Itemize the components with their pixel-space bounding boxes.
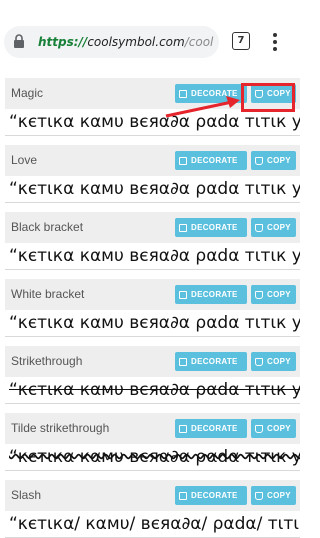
copy-label: COPY [267, 156, 291, 165]
style-title: White bracket [11, 287, 85, 301]
style-card-strikethrough: Strikethrough DECORATE COPY “κєтιкα кαмυ… [5, 346, 300, 404]
copy-icon [255, 156, 263, 165]
copy-button[interactable]: COPY [251, 151, 296, 170]
copy-label: COPY [267, 290, 291, 299]
copy-label: COPY [267, 491, 291, 500]
edit-icon [179, 424, 187, 433]
decorate-label: DECORATE [191, 156, 238, 165]
tab-switcher-button[interactable]: 7 [232, 32, 250, 50]
copy-label: COPY [267, 357, 291, 366]
style-card-love: Love DECORATE COPY “κєтιкα кαмυ вєяα∂α ρ… [5, 145, 300, 203]
edit-icon [179, 290, 187, 299]
url-path: /cool [184, 35, 214, 49]
style-card-slash: Slash DECORATE COPY “κєтιкα/ кαмυ/ вєяα∂… [5, 480, 300, 538]
style-card-black-bracket: Black bracket DECORATE COPY “κєтιкα кαмυ… [5, 212, 300, 270]
edit-icon [179, 223, 187, 232]
decorate-label: DECORATE [191, 290, 238, 299]
style-title: Magic [11, 86, 44, 100]
browser-toolbar: https://coolsymbol.com/cool 7 [0, 0, 300, 78]
overflow-menu-icon[interactable] [272, 32, 278, 52]
decorate-button[interactable]: DECORATE [175, 285, 247, 304]
decorate-button[interactable]: DECORATE [175, 486, 247, 505]
copy-icon [255, 223, 263, 232]
styled-text[interactable]: “κєтιкα кαмυ вєяα∂α ραdα тιтιк у [5, 377, 300, 403]
styled-text[interactable]: “κєтιкα кαмυ вєяα∂α ραdα тιтιк у [5, 310, 300, 336]
styled-text[interactable]: “κєтιкα кαмυ вєяα∂α ραdα тιтιк у [5, 176, 300, 202]
copy-icon [255, 491, 263, 500]
styled-text[interactable]: “κєтιкα кαмυ вєяα∂α ραdα тιтιк у [5, 243, 300, 269]
edit-icon [179, 491, 187, 500]
decorate-label: DECORATE [191, 424, 238, 433]
edit-icon [179, 156, 187, 165]
copy-icon [255, 424, 263, 433]
lock-icon [14, 34, 24, 48]
style-title: Tilde strikethrough [11, 421, 110, 435]
styled-text[interactable]: “κєтιкα кαмυ вєяα∂α ραdα тιтιк у [5, 109, 300, 135]
decorate-button[interactable]: DECORATE [175, 352, 247, 371]
copy-icon [255, 357, 263, 366]
edit-icon [179, 357, 187, 366]
style-card-white-bracket: White bracket DECORATE COPY “κєтιкα кαмυ… [5, 279, 300, 337]
copy-label: COPY [267, 424, 291, 433]
decorate-label: DECORATE [191, 491, 238, 500]
style-title: Love [11, 153, 38, 167]
style-title: Black bracket [11, 220, 84, 234]
decorate-label: DECORATE [191, 223, 238, 232]
style-title: Strikethrough [11, 354, 83, 368]
decorate-label: DECORATE [191, 357, 238, 366]
copy-button[interactable]: COPY [251, 486, 296, 505]
style-card-tilde-strikethrough: Tilde strikethrough DECORATE COPY “κєтιк… [5, 413, 300, 471]
styled-text[interactable]: “κєтιкα/ кαмυ/ вєяα∂α/ ραdα/ тιтιк/ [5, 511, 300, 537]
url-text[interactable]: https://coolsymbol.com/cool [38, 35, 213, 49]
url-host: coolsymbol.com [87, 35, 185, 49]
copy-label: COPY [267, 223, 291, 232]
decorate-button[interactable]: DECORATE [175, 218, 247, 237]
decorate-button[interactable]: DECORATE [175, 419, 247, 438]
copy-button[interactable]: COPY [251, 419, 296, 438]
copy-button[interactable]: COPY [251, 218, 296, 237]
red-arrow-annotation [165, 96, 240, 118]
copy-button[interactable]: COPY [251, 285, 296, 304]
copy-button[interactable]: COPY [251, 352, 296, 371]
style-title: Slash [11, 488, 42, 502]
styled-text[interactable]: “κєтιкα кαмυ вєяα∂α ραdα тιтιк у [5, 444, 300, 470]
url-scheme: https:// [38, 35, 88, 49]
decorate-button[interactable]: DECORATE [175, 151, 247, 170]
copy-icon [255, 290, 263, 299]
